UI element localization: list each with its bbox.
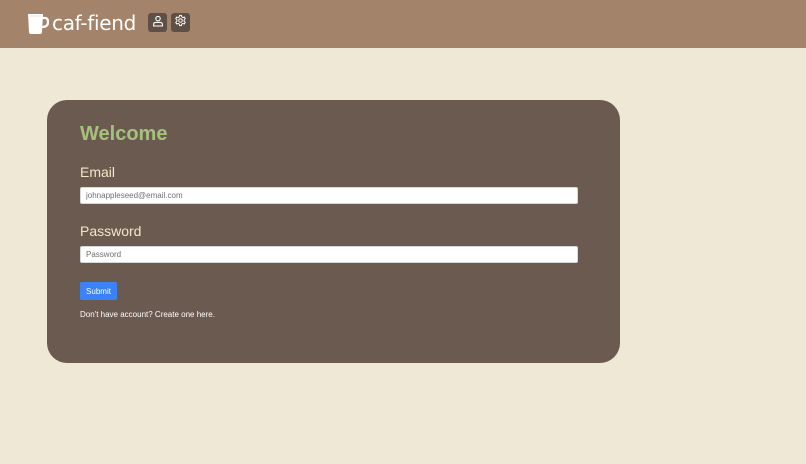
login-card: Welcome Email Password Submit Don't have… xyxy=(47,100,620,363)
password-label: Password xyxy=(80,223,142,239)
gear-icon xyxy=(174,14,187,32)
coffee-mug-icon xyxy=(27,11,49,35)
submit-button[interactable]: Submit xyxy=(80,282,117,300)
user-icon xyxy=(152,14,164,32)
email-field[interactable] xyxy=(80,187,578,204)
top-bar: caf-fiend xyxy=(0,0,806,48)
create-account-link[interactable]: Don't have account? Create one here. xyxy=(80,309,215,321)
password-field[interactable] xyxy=(80,246,578,263)
email-label: Email xyxy=(80,164,116,180)
brand-name: caf-fiend xyxy=(52,11,136,35)
page-title: Welcome xyxy=(80,123,168,145)
profile-button[interactable] xyxy=(148,13,167,32)
logo[interactable]: caf-fiend xyxy=(27,10,136,36)
settings-button[interactable] xyxy=(171,13,190,32)
